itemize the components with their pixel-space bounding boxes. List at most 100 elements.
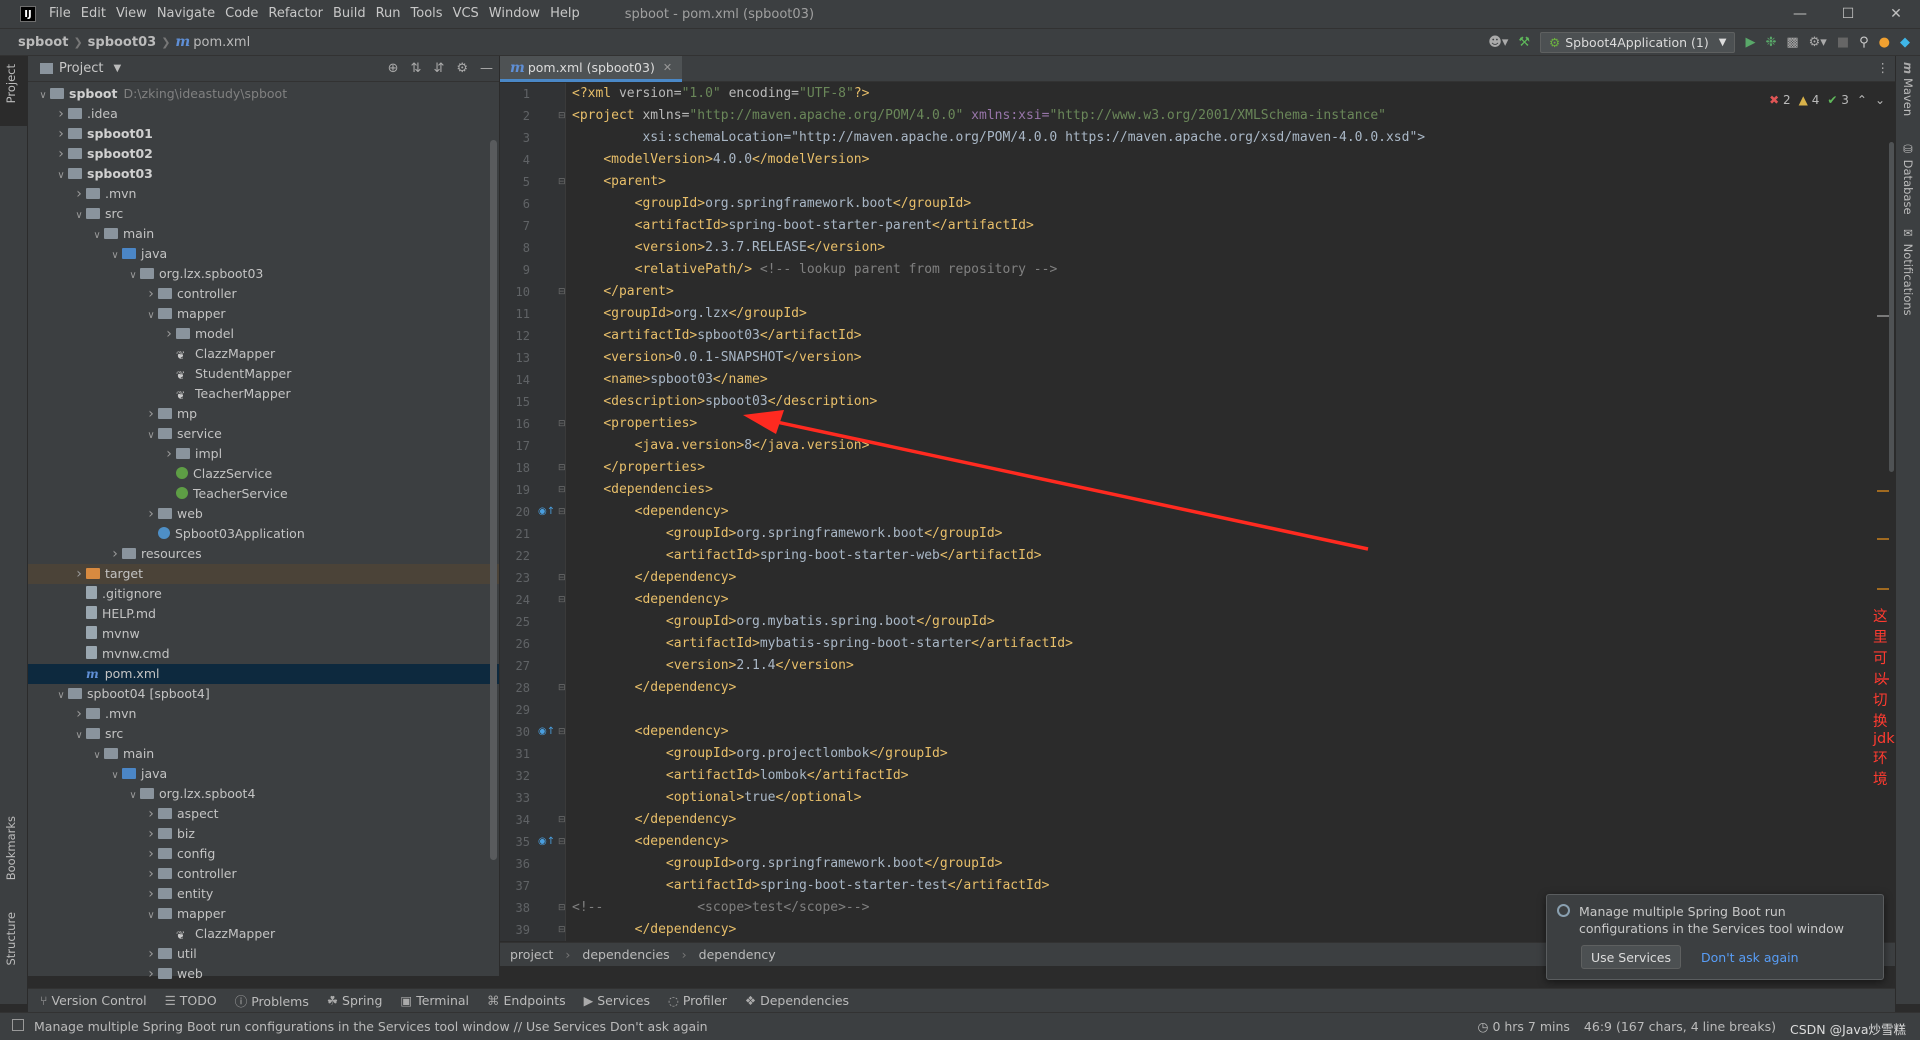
locate-icon[interactable]: ⊕ bbox=[388, 61, 399, 76]
tree-item[interactable]: › spboot02 bbox=[28, 144, 499, 164]
tree-item[interactable]: .gitignore bbox=[28, 584, 499, 604]
minimize-icon[interactable]: — bbox=[1776, 0, 1824, 28]
tree-item[interactable]: ∨ main bbox=[28, 224, 499, 244]
tree-item[interactable]: ∨ main bbox=[28, 744, 499, 764]
editor-breadcrumb-item[interactable]: project bbox=[510, 947, 553, 962]
tree-item[interactable]: ❦ StudentMapper bbox=[28, 364, 499, 384]
tree-item[interactable]: › spboot01 bbox=[28, 124, 499, 144]
tool-window-profiler[interactable]: ◌ Profiler bbox=[668, 993, 727, 1008]
caret-position[interactable]: 46:9 (167 chars, 4 line breaks) bbox=[1584, 1019, 1776, 1038]
tree-item[interactable]: › controller bbox=[28, 284, 499, 304]
tree-item[interactable]: ∨ spboot03 bbox=[28, 164, 499, 184]
menu-item-edit[interactable]: Edit bbox=[76, 0, 111, 28]
chevron-right-icon[interactable]: › bbox=[144, 844, 158, 864]
chevron-right-icon[interactable]: › bbox=[144, 804, 158, 824]
tree-item[interactable]: › .idea bbox=[28, 104, 499, 124]
tree-item[interactable]: › model bbox=[28, 324, 499, 344]
chevron-right-icon[interactable]: › bbox=[144, 284, 158, 304]
tree-item[interactable]: ∨ org.lzx.spboot03 bbox=[28, 264, 499, 284]
status-message[interactable]: Manage multiple Spring Boot run configur… bbox=[34, 1019, 708, 1034]
tree-item[interactable]: TeacherService bbox=[28, 484, 499, 504]
use-services-button[interactable]: Use Services bbox=[1581, 945, 1681, 969]
project-tool-tab[interactable]: Project bbox=[4, 64, 18, 103]
tree-item[interactable]: › biz bbox=[28, 824, 499, 844]
chevron-right-icon[interactable]: › bbox=[144, 884, 158, 904]
expand-all-icon[interactable]: ⇅ bbox=[411, 61, 422, 76]
chevron-right-icon[interactable]: › bbox=[72, 704, 86, 724]
tree-item[interactable]: › resources bbox=[28, 544, 499, 564]
tree-item[interactable]: ❦ ClazzMapper bbox=[28, 344, 499, 364]
chevron-down-icon[interactable]: ▼ bbox=[113, 63, 121, 74]
tool-window-todo[interactable]: ☰ TODO bbox=[165, 993, 217, 1008]
tree-item[interactable]: ∨ java bbox=[28, 244, 499, 264]
chevron-right-icon[interactable]: › bbox=[54, 144, 68, 164]
chevron-right-icon[interactable]: › bbox=[144, 824, 158, 844]
tool-window-version-control[interactable]: ⑂ Version Control bbox=[40, 993, 147, 1008]
tree-item[interactable]: › web bbox=[28, 964, 499, 984]
tree-item[interactable]: ∨ java bbox=[28, 764, 499, 784]
tree-item[interactable]: › config bbox=[28, 844, 499, 864]
tree-item[interactable]: › web bbox=[28, 504, 499, 524]
chevron-right-icon[interactable]: › bbox=[144, 944, 158, 964]
chevron-down-icon[interactable]: ∨ bbox=[54, 166, 68, 186]
editor-breadcrumb-item[interactable]: dependency bbox=[699, 947, 776, 962]
tree-item[interactable]: ClazzService bbox=[28, 464, 499, 484]
stop-icon[interactable]: ■ bbox=[1837, 36, 1849, 49]
profile-icon[interactable]: ⚙▾ bbox=[1809, 36, 1827, 49]
menu-item-code[interactable]: Code bbox=[220, 0, 263, 28]
tool-window-services[interactable]: ▶ Services bbox=[584, 993, 650, 1008]
run-configuration-select[interactable]: ⚙ Spboot4Application (1) ▼ bbox=[1540, 32, 1736, 53]
tree-item[interactable]: m pom.xml bbox=[28, 664, 499, 684]
chevron-down-icon[interactable]: ∨ bbox=[36, 86, 50, 106]
tree-item[interactable]: ∨ spboot04 [spboot4] bbox=[28, 684, 499, 704]
tree-item[interactable]: ∨ service bbox=[28, 424, 499, 444]
menu-item-file[interactable]: File bbox=[44, 0, 76, 28]
tree-item[interactable]: ❦ TeacherMapper bbox=[28, 384, 499, 404]
notifications-tool-tab[interactable]: ✉ Notifications bbox=[1901, 226, 1915, 316]
tree-item[interactable]: › util bbox=[28, 944, 499, 964]
update-icon[interactable]: ● bbox=[1879, 36, 1890, 49]
chevron-down-icon[interactable]: ∨ bbox=[126, 266, 140, 286]
collapse-all-icon[interactable]: ⇵ bbox=[433, 61, 444, 76]
tree-item[interactable]: › .mvn bbox=[28, 184, 499, 204]
chevron-right-icon[interactable]: › bbox=[162, 444, 176, 464]
chevron-down-icon[interactable]: ∨ bbox=[144, 906, 158, 926]
tree-item[interactable]: HELP.md bbox=[28, 604, 499, 624]
breadcrumb-file[interactable]: pom.xml bbox=[193, 35, 250, 50]
bookmarks-tool-tab[interactable]: Bookmarks bbox=[4, 816, 18, 880]
menu-item-build[interactable]: Build bbox=[328, 0, 371, 28]
run-icon[interactable]: ▶ bbox=[1745, 36, 1755, 49]
editor-scrollbar[interactable] bbox=[1889, 142, 1894, 472]
tree-item[interactable]: ∨ src bbox=[28, 204, 499, 224]
project-panel-title[interactable]: Project bbox=[59, 61, 103, 76]
editor-breadcrumb-item[interactable]: dependencies bbox=[582, 947, 669, 962]
project-scrollbar[interactable] bbox=[490, 140, 497, 860]
tree-item[interactable]: ∨ org.lzx.spboot4 bbox=[28, 784, 499, 804]
tool-window-dependencies[interactable]: ❖ Dependencies bbox=[745, 993, 849, 1008]
chevron-right-icon[interactable]: › bbox=[144, 404, 158, 424]
tree-item[interactable]: › mp bbox=[28, 404, 499, 424]
menu-item-window[interactable]: Window bbox=[484, 0, 545, 28]
menu-item-help[interactable]: Help bbox=[545, 0, 585, 28]
tool-window-endpoints[interactable]: ⌘ Endpoints bbox=[487, 993, 566, 1008]
chevron-right-icon[interactable]: › bbox=[54, 124, 68, 144]
tool-window-spring[interactable]: ☘ Spring bbox=[327, 993, 383, 1008]
chevron-right-icon[interactable]: › bbox=[54, 104, 68, 124]
chevron-right-icon[interactable]: › bbox=[144, 504, 158, 524]
chevron-down-icon[interactable]: ∨ bbox=[144, 426, 158, 446]
chevron-down-icon[interactable]: ∨ bbox=[90, 226, 104, 246]
chevron-right-icon[interactable]: › bbox=[144, 864, 158, 884]
chevron-right-icon[interactable]: › bbox=[72, 564, 86, 584]
timer-widget[interactable]: ◷ 0 hrs 7 mins bbox=[1478, 1019, 1570, 1038]
maven-tool-tab[interactable]: m Maven bbox=[1901, 62, 1915, 116]
tree-item[interactable]: › target bbox=[28, 564, 499, 584]
tree-item[interactable]: › .mvn bbox=[28, 704, 499, 724]
chevron-down-icon[interactable]: ∨ bbox=[126, 786, 140, 806]
tree-item[interactable]: ∨ mapper bbox=[28, 304, 499, 324]
chevron-down-icon[interactable]: ∨ bbox=[72, 726, 86, 746]
tree-item[interactable]: ∨ spboot D:\zking\ideastudy\spboot bbox=[28, 84, 499, 104]
chevron-right-icon[interactable]: › bbox=[162, 324, 176, 344]
tool-window-problems[interactable]: ⓘ Problems bbox=[235, 991, 309, 1010]
gear-icon[interactable]: ⚙ bbox=[456, 61, 468, 76]
chevron-right-icon[interactable]: › bbox=[144, 964, 158, 984]
